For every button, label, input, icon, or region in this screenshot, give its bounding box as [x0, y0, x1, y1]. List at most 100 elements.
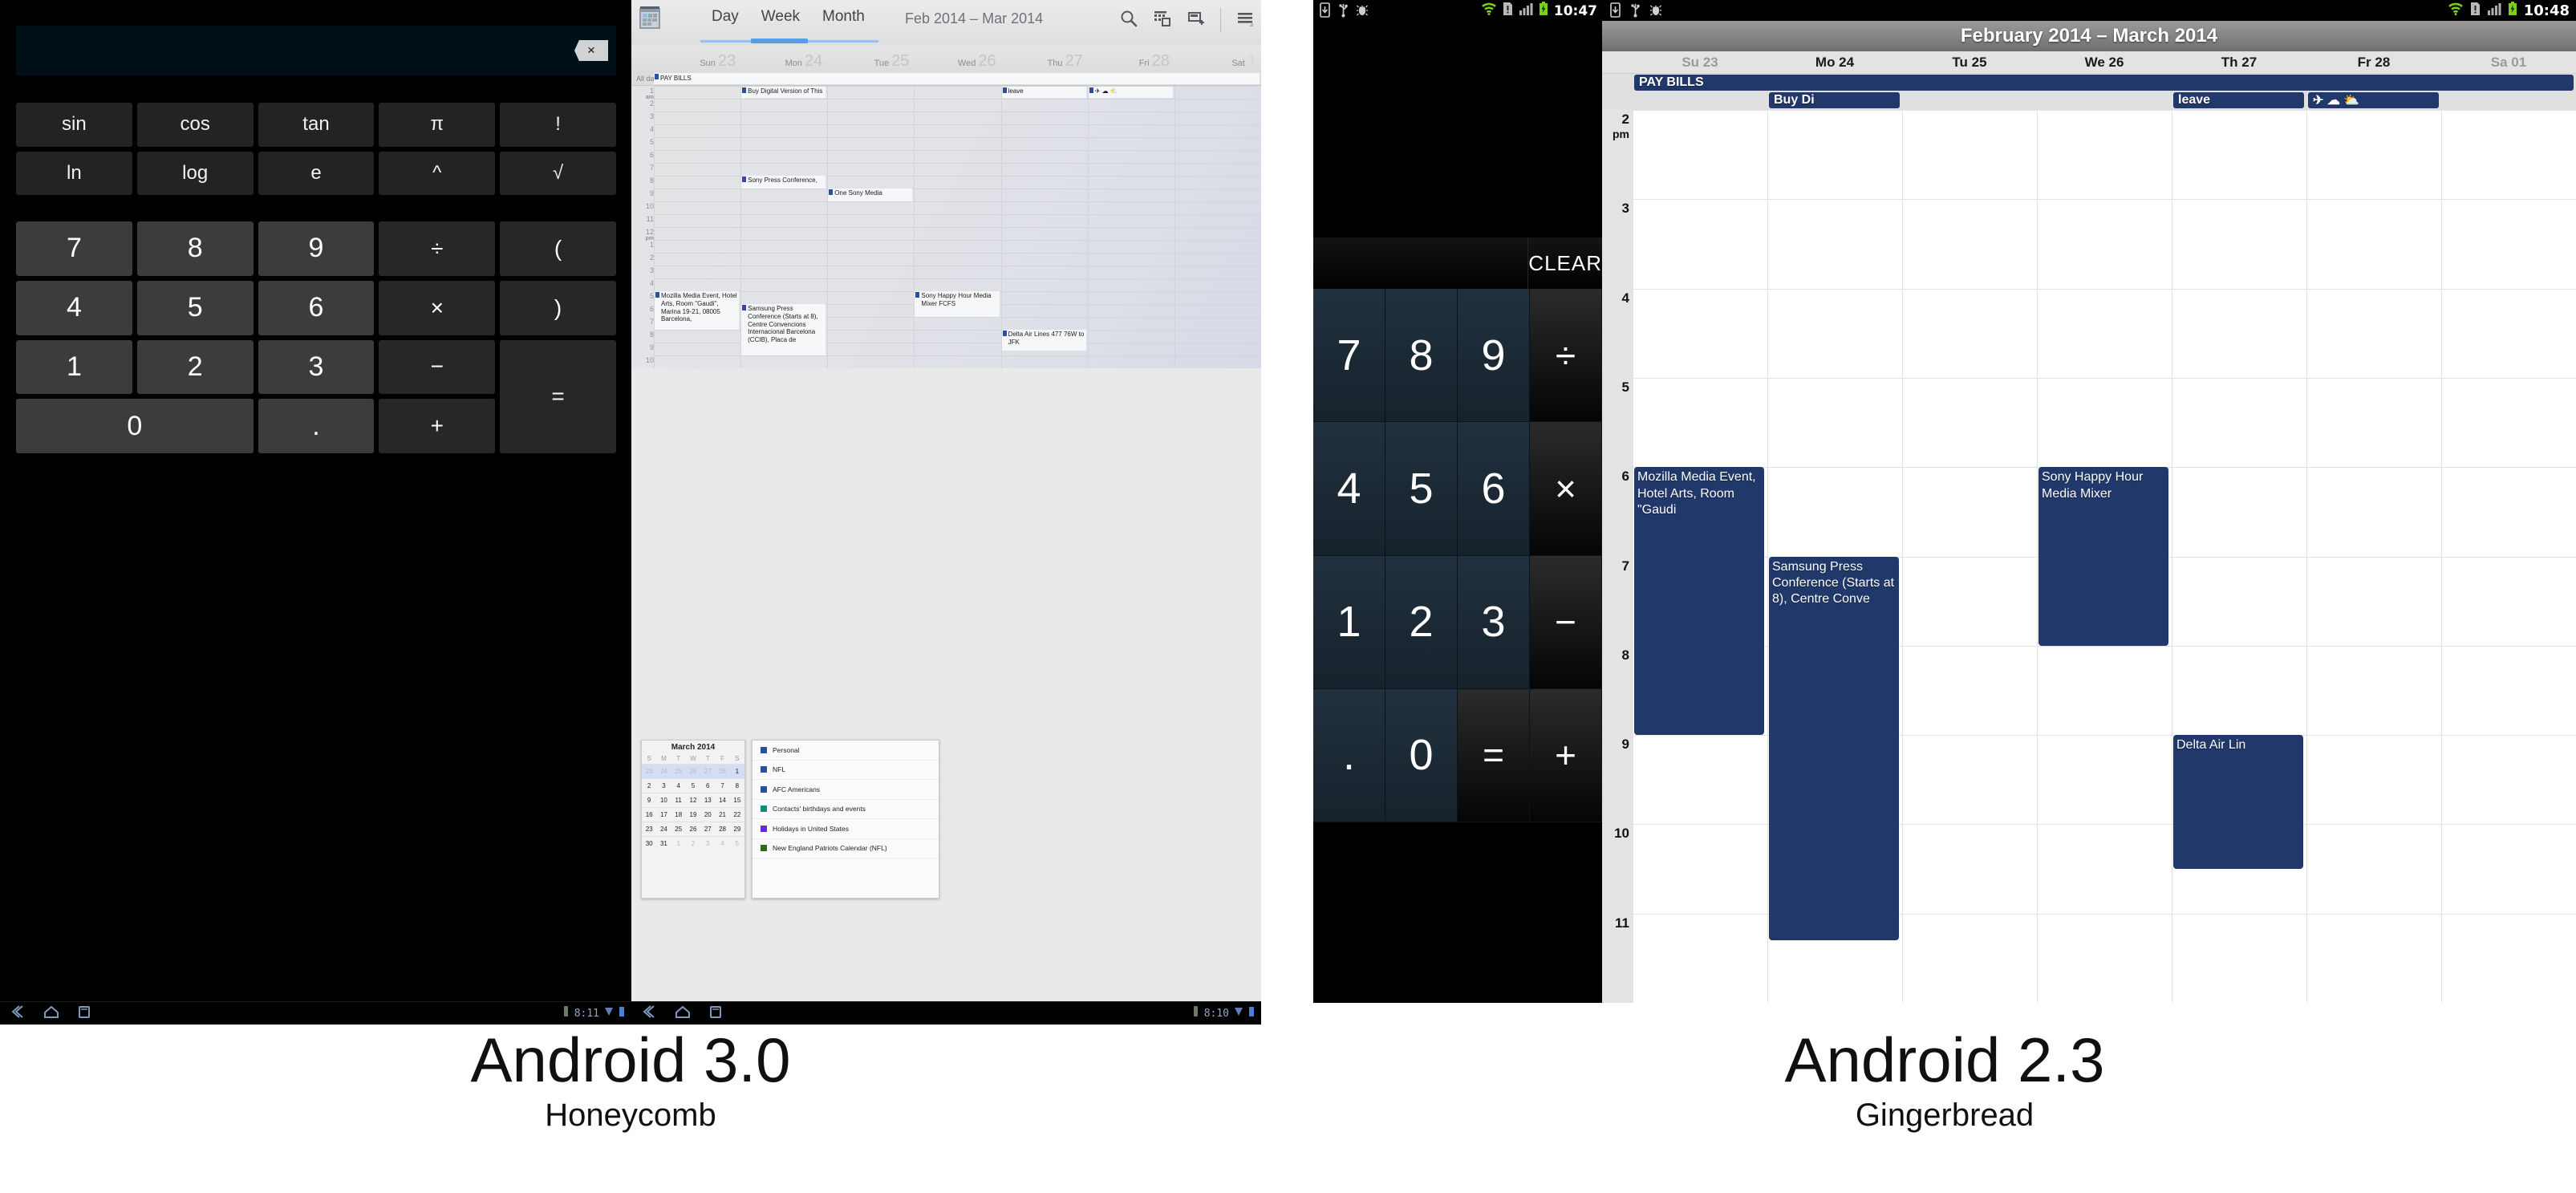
calc-key-÷[interactable]: ÷: [379, 221, 496, 276]
calendar-event-4[interactable]: One Sony Media: [828, 189, 913, 201]
gb-calc-key-+[interactable]: +: [1530, 688, 1602, 822]
gb-calc-key-−[interactable]: −: [1530, 555, 1602, 689]
home-icon[interactable]: [43, 1005, 59, 1018]
mini-day-2-5[interactable]: 14: [715, 793, 730, 807]
gb-calc-key-2[interactable]: 2: [1385, 555, 1458, 689]
search-icon[interactable]: [1119, 9, 1138, 32]
week-grid[interactable]: Mozilla Media Event, Hotel Arts, Room "G…: [1633, 110, 2576, 1003]
calendar-list-item-0[interactable]: Personal: [753, 741, 939, 761]
tab-week[interactable]: Week: [750, 0, 811, 26]
mini-day-4-6[interactable]: 29: [729, 822, 744, 836]
overflow-menu-icon[interactable]: [1235, 9, 1256, 32]
mini-day-1-2[interactable]: 4: [671, 778, 686, 793]
tab-month[interactable]: Month: [811, 0, 876, 26]
mini-day-4-2[interactable]: 25: [671, 822, 686, 836]
mini-day-5-1[interactable]: 31: [656, 836, 671, 850]
gb-calc-key-1[interactable]: 1: [1313, 555, 1385, 689]
mini-day-2-0[interactable]: 9: [642, 793, 657, 807]
mini-day-1-3[interactable]: 5: [685, 778, 701, 793]
clear-button[interactable]: CLEAR: [1528, 237, 1602, 289]
calc-key-dot[interactable]: .: [258, 399, 375, 453]
mini-day-1-1[interactable]: 3: [656, 778, 671, 793]
mini-month-widget[interactable]: March 2014 S M T W T F S 23 24 25 26 27 28 1 2 3 4 5 6 7 8 9 1…: [641, 740, 745, 899]
mini-day-3-2[interactable]: 18: [671, 807, 686, 822]
calendar-event-8[interactable]: Delta Air Lines 477 76W to JFK: [1001, 330, 1086, 351]
calc-key-sin[interactable]: sin: [16, 103, 132, 147]
mini-day-5-6[interactable]: 5: [729, 836, 744, 850]
calendar-list-item-1[interactable]: NFL: [753, 761, 939, 780]
calc-key-([interactable]: (: [500, 221, 616, 276]
gb-calc-key-3[interactable]: 3: [1458, 555, 1530, 689]
mini-day-1-0[interactable]: 2: [642, 778, 657, 793]
calc-key-![interactable]: !: [500, 103, 616, 147]
mini-day-3-4[interactable]: 20: [700, 807, 716, 822]
mini-day-4-5[interactable]: 28: [715, 822, 730, 836]
mini-day-2-2[interactable]: 11: [671, 793, 686, 807]
gb-calc-key-0[interactable]: 0: [1385, 688, 1458, 822]
calc-key-tan[interactable]: tan: [258, 103, 375, 147]
calc-key-log[interactable]: log: [136, 151, 254, 195]
mini-day-2-3[interactable]: 12: [685, 793, 701, 807]
mini-day-0-4[interactable]: 27: [700, 764, 716, 778]
recents-icon[interactable]: [77, 1005, 91, 1018]
mini-day-4-3[interactable]: 26: [685, 822, 701, 836]
calendar-list-item-2[interactable]: AFC Americans: [753, 780, 939, 800]
mini-day-5-5[interactable]: 4: [715, 836, 730, 850]
mini-day-5-4[interactable]: 3: [700, 836, 716, 850]
mini-day-5-0[interactable]: 30: [642, 836, 657, 850]
mini-day-1-4[interactable]: 6: [700, 778, 716, 793]
calc-key-8[interactable]: 8: [136, 221, 254, 276]
calendar-list-item-5[interactable]: New England Patriots Calendar (NFL): [753, 839, 939, 858]
calc-key-×[interactable]: ×: [379, 280, 496, 335]
mini-day-0-6[interactable]: 1: [729, 764, 744, 778]
calendars-icon[interactable]: [1153, 9, 1172, 32]
mini-day-2-4[interactable]: 13: [700, 793, 716, 807]
gb-calc-key-dot[interactable]: .: [1313, 688, 1385, 822]
calc-key-0[interactable]: 0: [16, 399, 254, 453]
mini-day-3-1[interactable]: 17: [656, 807, 671, 822]
mini-day-0-5[interactable]: 28: [715, 764, 730, 778]
tab-day[interactable]: Day: [700, 0, 750, 26]
calc-key-5[interactable]: 5: [136, 280, 254, 335]
mini-day-3-3[interactable]: 19: [685, 807, 701, 822]
back-icon[interactable]: [8, 1005, 26, 1018]
mini-day-2-6[interactable]: 15: [729, 793, 744, 807]
calc-key-cos[interactable]: cos: [136, 103, 254, 147]
gb-calc-key-÷[interactable]: ÷: [1530, 289, 1602, 423]
mini-day-4-0[interactable]: 23: [642, 822, 657, 836]
gb-all-day-event-1[interactable]: Buy Di: [1769, 92, 1900, 108]
calendar-event-7[interactable]: Sony Happy Hour Media Mixer FCFS: [915, 291, 1000, 317]
mini-day-5-3[interactable]: 2: [685, 836, 701, 850]
calc-key-√[interactable]: √: [500, 151, 616, 195]
calc-key-7[interactable]: 7: [16, 221, 132, 276]
calendar-event-2[interactable]: ✈ ☁ ⛅: [1088, 86, 1173, 99]
calc-key-ln[interactable]: ln: [16, 151, 132, 195]
gb-all-day-event-0[interactable]: PAY BILLS: [1634, 75, 2574, 91]
calc-key-1[interactable]: 1: [16, 339, 132, 395]
home-icon[interactable]: [675, 1005, 691, 1018]
calc-key-6[interactable]: 6: [258, 280, 375, 335]
calc-key-)[interactable]: ): [500, 280, 616, 335]
gb-calendar-event-3[interactable]: Delta Air Lin: [2173, 735, 2303, 870]
gb-calc-key-4[interactable]: 4: [1313, 422, 1385, 556]
calendar-event-1[interactable]: leave: [1001, 86, 1086, 99]
mini-day-1-5[interactable]: 7: [715, 778, 730, 793]
mini-day-3-0[interactable]: 16: [642, 807, 657, 822]
gb-calendar-event-2[interactable]: Sony Happy Hour Media Mixer: [2038, 467, 2168, 646]
calc-key-3[interactable]: 3: [258, 339, 375, 395]
mini-day-4-4[interactable]: 27: [700, 822, 716, 836]
calendar-event-6[interactable]: Samsung Press Conference (Starts at 8), …: [741, 304, 826, 355]
calc-key-π[interactable]: π: [379, 103, 496, 147]
calculator-display[interactable]: [1313, 21, 1602, 237]
mini-day-4-1[interactable]: 24: [656, 822, 671, 836]
mini-day-0-2[interactable]: 25: [671, 764, 686, 778]
calendar-list-item-4[interactable]: Holidays in United States: [753, 819, 939, 839]
add-event-icon[interactable]: [1187, 9, 1206, 32]
gb-calendar-event-0[interactable]: Mozilla Media Event, Hotel Arts, Room "G…: [1634, 467, 1764, 736]
calc-key-^[interactable]: ^: [379, 151, 496, 195]
gb-calendar-event-1[interactable]: Samsung Press Conference (Starts at 8), …: [1769, 556, 1899, 941]
calc-key-4[interactable]: 4: [16, 280, 132, 335]
calendar-event-0[interactable]: Buy Digital Version of This: [741, 86, 826, 99]
calendar-list-item-3[interactable]: Contacts' birthdays and events: [753, 800, 939, 819]
calc-key-9[interactable]: 9: [258, 221, 375, 276]
